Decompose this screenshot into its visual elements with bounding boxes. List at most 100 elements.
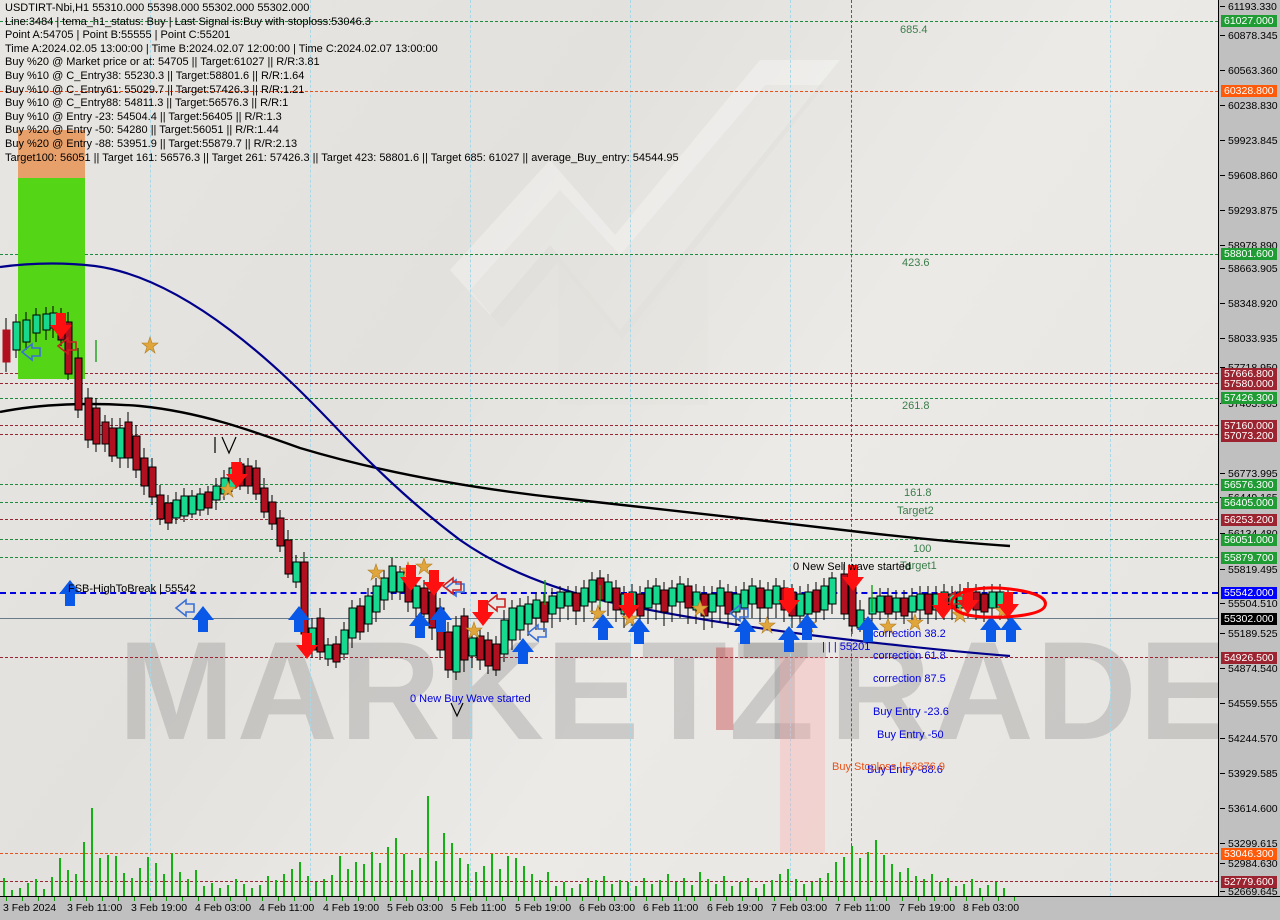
chart-plot-area[interactable]: MARKETZ TRADE I 685.4 423.6 261.8 161.8 …: [0, 0, 1218, 896]
price-tag-56253[interactable]: 56253.200: [1221, 514, 1277, 526]
vertical-tick-marker: [95, 340, 873, 612]
price-tick: 53929.585: [1219, 768, 1278, 780]
time-tick: [998, 897, 999, 901]
volume-histogram: [3, 796, 1005, 896]
time-tick: [470, 897, 471, 901]
time-tick: [262, 897, 263, 901]
time-tick: [198, 897, 199, 901]
time-tick: [150, 897, 151, 901]
time-tick: [550, 897, 551, 901]
price-tick: 55504.510: [1219, 598, 1278, 610]
info-line-buy10-c38: Buy %10 @ C_Entry38: 55230.3 || Target:5…: [5, 69, 305, 82]
time-tick: [54, 897, 55, 901]
time-tick: [534, 897, 535, 901]
price-tick: 60238.830: [1219, 100, 1278, 112]
info-line-buy10-c61: Buy %10 @ C_Entry61: 55029.7 || Target:5…: [5, 83, 305, 96]
candlestick-series: [2, 306, 1013, 680]
time-axis[interactable]: 3 Feb 2024 3 Feb 11:00 3 Feb 19:00 4 Feb…: [0, 896, 1280, 920]
time-tick: [758, 897, 759, 901]
time-tick: [358, 897, 359, 901]
time-tick: [422, 897, 423, 901]
price-axis[interactable]: 61193.330 61027.000 60878.345 60563.360 …: [1218, 0, 1280, 898]
price-tag-57580[interactable]: 57580.000: [1221, 378, 1277, 390]
price-tick: 59293.875: [1219, 205, 1278, 217]
price-tick: 53614.600: [1219, 803, 1278, 815]
price-tick: 55819.495: [1219, 564, 1278, 576]
time-tick: [598, 897, 599, 901]
price-tag-target261[interactable]: 57426.300: [1221, 392, 1277, 404]
price-tick: 59608.860: [1219, 170, 1278, 182]
time-label: 5 Feb 19:00: [515, 902, 572, 914]
time-tick: [390, 897, 391, 901]
info-line-buy10-c88: Buy %10 @ C_Entry88: 54811.3 || Target:5…: [5, 97, 289, 110]
time-tick: [310, 897, 311, 901]
info-line-buy10-e23: Buy %10 @ Entry -23: 54504.4 || Target:5…: [5, 110, 282, 123]
time-tick: [22, 897, 23, 901]
price-tick: 58348.920: [1219, 298, 1278, 310]
time-tick: [486, 897, 487, 901]
time-label: 4 Feb 11:00: [259, 902, 315, 914]
price-tag-target2-56405[interactable]: 56405.000: [1221, 497, 1277, 509]
price-tick: 52984.630: [1219, 858, 1278, 870]
price-tag-target100[interactable]: 56051.000: [1221, 534, 1277, 546]
time-tick: [982, 897, 983, 901]
info-line-targets: Target100: 56051 || Target 161: 56576.3 …: [5, 151, 679, 164]
time-tick: [582, 897, 583, 901]
annotation-buy-entry-236: Buy Entry -23.6: [873, 706, 949, 718]
time-tick: [662, 897, 663, 901]
price-tag-last-55302[interactable]: 55302.000: [1221, 613, 1277, 625]
time-tick: [822, 897, 823, 901]
info-line-buy20-mkt: Buy %20 @ Market price or at: 54705 || T…: [5, 56, 320, 69]
price-tag-target685[interactable]: 61027.000: [1221, 15, 1277, 27]
time-tick: [646, 897, 647, 901]
time-label: 3 Feb 2024: [3, 902, 57, 914]
v-marker: [214, 436, 237, 455]
annotation-correction-618: correction 61.8: [873, 650, 946, 662]
annotation-point-c-55201: | | | 55201: [822, 641, 871, 653]
time-tick: [614, 897, 615, 901]
time-tick: [230, 897, 231, 901]
price-tag-60328[interactable]: 60328.800: [1221, 85, 1277, 97]
time-label: 5 Feb 03:00: [387, 902, 444, 914]
time-tick: [694, 897, 695, 901]
price-tag-57073[interactable]: 57073.200: [1221, 430, 1277, 442]
price-tag-target1-55879[interactable]: 55879.700: [1221, 552, 1277, 564]
time-tick: [166, 897, 167, 901]
time-tick: [518, 897, 519, 901]
time-tick: [214, 897, 215, 901]
time-tick: [134, 897, 135, 901]
time-tick: [790, 897, 791, 901]
time-label: 7 Feb 19:00: [899, 902, 956, 914]
time-tick: [902, 897, 903, 901]
time-tick: [102, 897, 103, 901]
time-tick: [774, 897, 775, 901]
annotation-fsb-hightobreak: FSB-HighToBreak | 55542: [68, 583, 196, 595]
chart-window: MARKETZ TRADE I 685.4 423.6 261.8 161.8 …: [0, 0, 1280, 920]
time-label: 6 Feb 11:00: [643, 902, 699, 914]
chart-info-header: USDTIRT-Nbi,H1 55310.000 55398.000 55302…: [5, 2, 679, 165]
price-tag-target423[interactable]: 58801.600: [1221, 248, 1277, 260]
symbol-ohlc-line: USDTIRT-Nbi,H1 55310.000 55398.000 55302…: [5, 2, 310, 14]
time-label: 6 Feb 19:00: [707, 902, 764, 914]
price-tick: 60563.360: [1219, 65, 1278, 77]
time-tick: [886, 897, 887, 901]
time-tick: [742, 897, 743, 901]
time-tick: [566, 897, 567, 901]
price-tick: 61193.330: [1219, 1, 1277, 13]
time-tick: [438, 897, 439, 901]
time-label: 6 Feb 03:00: [579, 902, 636, 914]
time-tick: [374, 897, 375, 901]
time-label: 7 Feb 11:00: [835, 902, 891, 914]
annotation-new-sell-wave: 0 New Sell wave started: [793, 561, 911, 573]
time-tick: [854, 897, 855, 901]
time-label: 8 Feb 03:00: [963, 902, 1020, 914]
time-tick: [726, 897, 727, 901]
time-tick: [6, 897, 7, 901]
annotation-buy-entry-50: Buy Entry -50: [877, 729, 944, 741]
time-tick: [406, 897, 407, 901]
time-label: 3 Feb 11:00: [67, 902, 123, 914]
annotation-correction-382: correction 38.2: [873, 628, 946, 640]
price-tick: 59923.845: [1219, 135, 1278, 147]
time-tick: [246, 897, 247, 901]
price-tag-target161[interactable]: 56576.300: [1221, 479, 1277, 491]
